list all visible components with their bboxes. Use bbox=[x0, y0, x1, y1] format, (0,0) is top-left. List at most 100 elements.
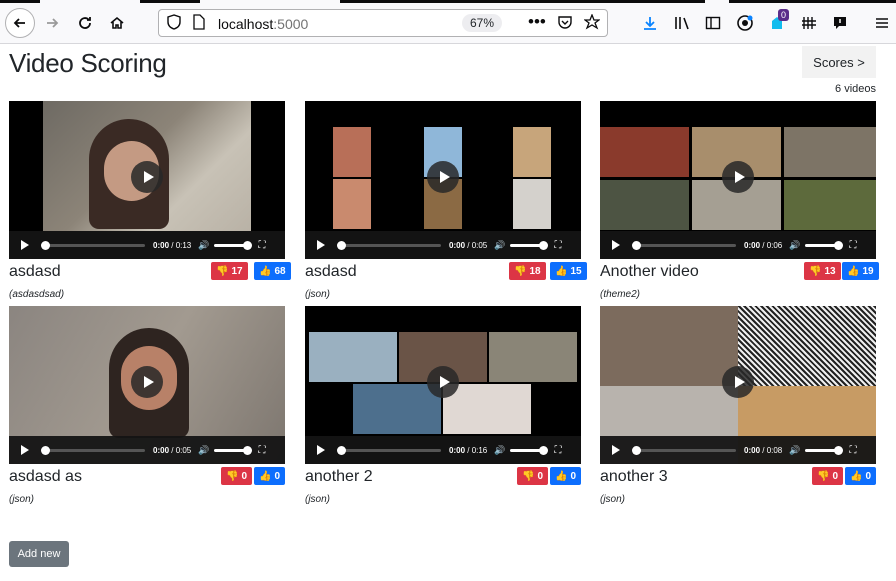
fullscreen-icon[interactable]: ⛶ bbox=[554, 445, 561, 456]
scores-button[interactable]: Scores > bbox=[802, 46, 876, 78]
play-overlay-button[interactable] bbox=[722, 366, 754, 398]
volume-slider[interactable] bbox=[510, 240, 549, 250]
play-icon[interactable] bbox=[612, 240, 620, 250]
thumbs-down-icon: 👎 bbox=[226, 470, 239, 482]
back-button[interactable] bbox=[4, 7, 36, 39]
volume-icon[interactable]: 🔊 bbox=[494, 240, 505, 251]
dislike-button[interactable]: 👎 0 bbox=[517, 467, 549, 485]
like-button[interactable]: 👍 0 bbox=[550, 467, 582, 485]
volume-knob[interactable] bbox=[539, 240, 549, 250]
seek-bar[interactable] bbox=[632, 240, 736, 250]
feedback-button[interactable] bbox=[826, 9, 854, 37]
tab[interactable] bbox=[200, 0, 340, 3]
sidebar-button[interactable] bbox=[699, 9, 727, 37]
seek-knob[interactable] bbox=[41, 240, 50, 250]
seek-knob[interactable] bbox=[632, 445, 641, 455]
play-overlay-button[interactable] bbox=[722, 161, 754, 193]
volume-slider[interactable] bbox=[214, 445, 253, 455]
video-player[interactable]: 0:00 / 0:05 🔊 ⛶ bbox=[305, 101, 581, 259]
volume-knob[interactable] bbox=[834, 240, 844, 250]
page-icon[interactable] bbox=[193, 14, 205, 34]
video-player[interactable]: 0:00 / 0:16 🔊 ⛶ bbox=[305, 306, 581, 464]
menu-button[interactable] bbox=[868, 9, 896, 37]
dislike-button[interactable]: 👎 0 bbox=[812, 467, 844, 485]
reload-button[interactable] bbox=[71, 9, 99, 37]
video-player[interactable]: 0:00 / 0:06 🔊 ⛶ bbox=[600, 101, 876, 259]
like-button[interactable]: 👍 0 bbox=[845, 467, 877, 485]
fullscreen-icon[interactable]: ⛶ bbox=[554, 240, 561, 251]
current-time: 0:00 bbox=[744, 445, 761, 455]
play-overlay-button[interactable] bbox=[131, 161, 163, 193]
seek-bar[interactable] bbox=[632, 445, 736, 455]
volume-knob[interactable] bbox=[243, 240, 253, 250]
thumbs-up-icon: 👍 bbox=[555, 470, 568, 482]
home-button[interactable] bbox=[103, 9, 131, 37]
volume-icon[interactable]: 🔊 bbox=[789, 240, 800, 251]
volume-slider[interactable] bbox=[805, 240, 844, 250]
video-theme: (theme2) bbox=[600, 289, 641, 300]
tab[interactable] bbox=[40, 0, 140, 3]
seek-bar[interactable] bbox=[337, 445, 441, 455]
forward-button[interactable] bbox=[38, 9, 66, 37]
add-new-button[interactable]: Add new bbox=[9, 541, 69, 567]
play-icon[interactable] bbox=[21, 240, 29, 250]
seek-knob[interactable] bbox=[41, 445, 50, 455]
fullscreen-icon[interactable]: ⛶ bbox=[849, 240, 856, 251]
back-arrow-icon bbox=[5, 8, 35, 38]
volume-icon[interactable]: 🔊 bbox=[494, 445, 505, 456]
volume-slider[interactable] bbox=[805, 445, 844, 455]
play-icon[interactable] bbox=[317, 240, 325, 250]
play-overlay-button[interactable] bbox=[427, 366, 459, 398]
shield-icon[interactable] bbox=[167, 14, 181, 34]
play-overlay-button[interactable] bbox=[131, 366, 163, 398]
like-button[interactable]: 👍 19 bbox=[842, 262, 879, 280]
zoom-indicator[interactable]: 67% bbox=[462, 14, 502, 32]
thumbs-down-icon: 👎 bbox=[817, 470, 830, 482]
volume-slider[interactable] bbox=[214, 240, 253, 250]
seek-bar[interactable] bbox=[41, 445, 145, 455]
seek-knob[interactable] bbox=[337, 445, 346, 455]
video-theme: (json) bbox=[600, 494, 626, 505]
seek-bar[interactable] bbox=[41, 240, 145, 250]
grid-icon bbox=[802, 17, 816, 29]
volume-icon[interactable]: 🔊 bbox=[789, 445, 800, 456]
volume-icon[interactable]: 🔊 bbox=[198, 445, 209, 456]
dislike-button[interactable]: 👎 18 bbox=[509, 262, 546, 280]
volume-slider[interactable] bbox=[510, 445, 549, 455]
volume-knob[interactable] bbox=[243, 445, 253, 455]
like-button[interactable]: 👍 0 bbox=[254, 467, 286, 485]
play-icon[interactable] bbox=[612, 445, 620, 455]
like-button[interactable]: 👍 15 bbox=[550, 262, 587, 280]
video-frame bbox=[600, 127, 689, 177]
video-player[interactable]: 0:00 / 0:05 🔊 ⛶ bbox=[9, 306, 285, 464]
seek-bar[interactable] bbox=[337, 240, 441, 250]
downloads-button[interactable] bbox=[636, 9, 664, 37]
dislike-button[interactable]: 👎 0 bbox=[221, 467, 253, 485]
volume-knob[interactable] bbox=[834, 445, 844, 455]
play-icon[interactable] bbox=[317, 445, 325, 455]
url-bar[interactable]: localhost:5000 67% ••• bbox=[158, 9, 608, 37]
video-controls: 0:00 / 0:05 🔊 ⛶ bbox=[305, 231, 581, 259]
video-player[interactable]: 0:00 / 0:13 🔊 ⛶ bbox=[9, 101, 285, 259]
dislike-button[interactable]: 👎 17 bbox=[211, 262, 248, 280]
pocket-icon[interactable] bbox=[557, 14, 573, 34]
library-button[interactable] bbox=[668, 9, 696, 37]
bookmark-star-icon[interactable] bbox=[583, 13, 601, 34]
grid-extension-button[interactable] bbox=[795, 9, 823, 37]
account-button[interactable] bbox=[731, 9, 759, 37]
fullscreen-icon[interactable]: ⛶ bbox=[849, 445, 856, 456]
video-player[interactable]: 0:00 / 0:08 🔊 ⛶ bbox=[600, 306, 876, 464]
dislike-button[interactable]: 👎 13 bbox=[804, 262, 841, 280]
volume-icon[interactable]: 🔊 bbox=[198, 240, 209, 251]
seek-knob[interactable] bbox=[632, 240, 641, 250]
play-icon[interactable] bbox=[21, 445, 29, 455]
fullscreen-icon[interactable]: ⛶ bbox=[258, 445, 265, 456]
tab[interactable] bbox=[705, 0, 729, 3]
play-overlay-button[interactable] bbox=[427, 161, 459, 193]
like-button[interactable]: 👍 68 bbox=[254, 262, 291, 280]
more-actions-icon[interactable]: ••• bbox=[528, 12, 546, 32]
fullscreen-icon[interactable]: ⛶ bbox=[258, 240, 265, 251]
seek-knob[interactable] bbox=[337, 240, 346, 250]
volume-knob[interactable] bbox=[539, 445, 549, 455]
duration: 0:06 bbox=[766, 240, 783, 250]
